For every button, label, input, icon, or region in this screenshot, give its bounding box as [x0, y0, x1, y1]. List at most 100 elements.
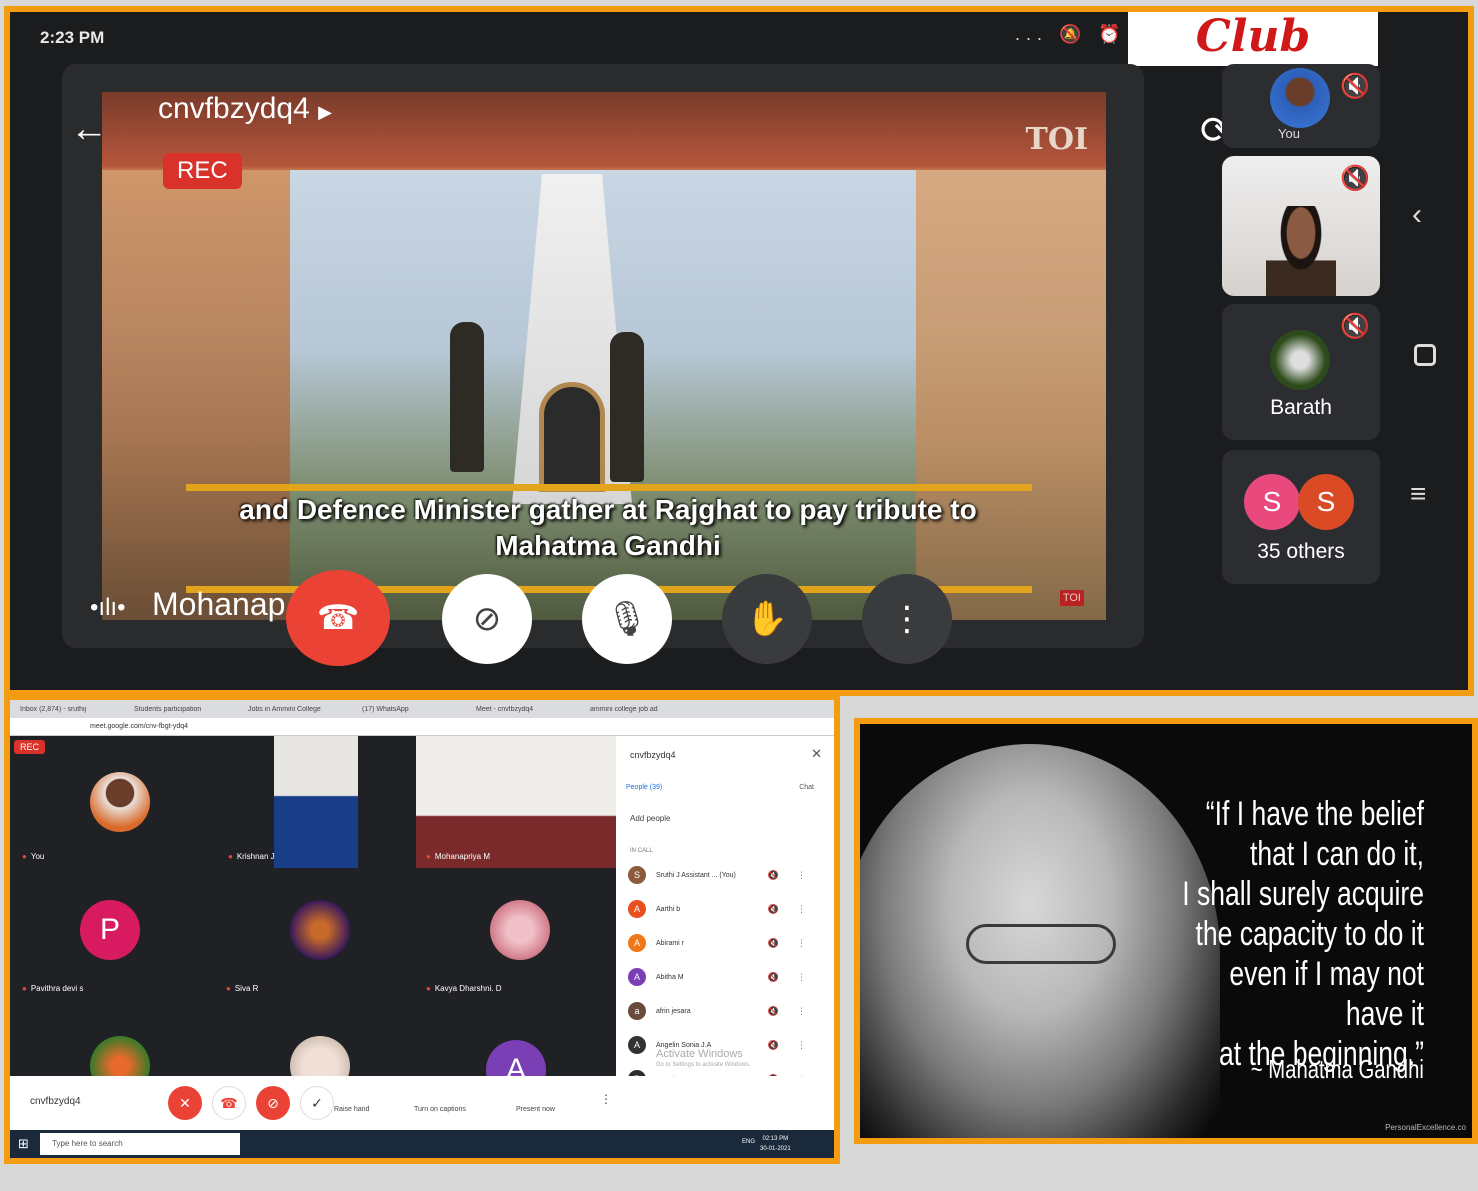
more-options-button[interactable]: ⋮ — [862, 574, 952, 664]
windows-start-icon[interactable]: ⊞ — [18, 1136, 29, 1152]
participant-name: Aarthi b — [656, 905, 681, 913]
avatar: A — [628, 934, 646, 952]
raise-hand-label[interactable]: Raise hand — [334, 1106, 369, 1113]
browser-tab-strip: Inbox (2,874) - sruthij Students partici… — [10, 700, 834, 718]
participant-video — [274, 736, 358, 868]
participant-name: Siva R — [226, 984, 259, 993]
presentation-stage: TOI and Defence Minister gather at Rajgh… — [62, 64, 1144, 648]
avatar: A — [628, 900, 646, 918]
avatar — [290, 900, 350, 960]
more-vert-icon: ⋮ — [890, 600, 924, 638]
mic-off-icon: 🔇 — [1340, 73, 1370, 100]
tray-date: 30-01-2021 — [760, 1146, 791, 1152]
self-avatar — [1270, 68, 1330, 128]
avatar: S — [1298, 474, 1354, 530]
mic-off-button[interactable]: 🎙 — [582, 574, 672, 664]
memorial-door — [539, 382, 605, 492]
camera-off-button[interactable]: ⊘ — [442, 574, 532, 664]
end-call-button[interactable]: ☎ — [212, 1086, 246, 1120]
quote-line: even if I may not have it — [1229, 955, 1424, 1033]
self-label: You — [1278, 126, 1300, 141]
participant-grid: REC You Krishnan J Mohanapriya M P Pavit… — [10, 736, 616, 1100]
camera-off-icon: ⊘ — [472, 600, 502, 638]
mic-off-icon: 🔇⋮ — [767, 1005, 824, 1016]
mic-off-icon: 🔇⋮ — [767, 869, 824, 880]
laptop-meet-screenshot: Inbox (2,874) - sruthij Students partici… — [4, 694, 840, 1164]
self-view-tile[interactable]: 🔇 You — [1222, 64, 1380, 148]
meeting-code-text: cnvfbzydq4 — [158, 92, 310, 125]
chevron-right-icon: ▶ — [318, 102, 332, 122]
glasses-shape — [966, 924, 1116, 964]
participant-video-tile[interactable]: 🔇 — [1222, 156, 1380, 296]
participant-name: afrin jesara — [656, 1007, 691, 1015]
add-people-button[interactable]: Add people — [630, 814, 670, 823]
tab-people[interactable]: People (39) — [626, 784, 662, 791]
participant-row[interactable]: S Sruthi J Assistant ... (You) 🔇⋮ — [628, 864, 824, 886]
participant-row[interactable]: A Abitha M 🔇⋮ — [628, 966, 824, 988]
club-logo: Club — [1128, 10, 1378, 66]
nav-home-icon[interactable] — [1414, 344, 1436, 366]
nav-back-icon[interactable]: ‹ — [1412, 198, 1422, 232]
check-button[interactable]: ✓ — [300, 1086, 334, 1120]
avatar — [490, 900, 550, 960]
participant-row[interactable]: a afrin jesara 🔇⋮ — [628, 1000, 824, 1022]
raise-hand-button[interactable]: ✋ — [722, 574, 812, 664]
avatar — [90, 772, 150, 832]
participant-name: Kavya Dharshni. D — [426, 984, 502, 993]
tray-time: 02:13 PM — [762, 1136, 789, 1142]
quote-source: PersonalExcellence.co — [1385, 1123, 1466, 1132]
quote-line: the capacity to do it — [1195, 915, 1424, 953]
in-call-heading: IN CALL — [630, 848, 653, 854]
mic-off-icon: 🔇⋮ — [767, 1039, 824, 1050]
participant-tile-barath[interactable]: 🔇 Barath — [1222, 304, 1380, 440]
participant-name: Mohanapriya M — [426, 852, 490, 861]
toi-small-watermark: TOI — [1059, 590, 1084, 606]
participant-name: Barath — [1270, 396, 1332, 419]
others-tile[interactable]: S S 35 others — [1222, 450, 1380, 584]
club-logo-text: Club — [1195, 10, 1311, 62]
more-vert-icon[interactable]: ⋮ — [600, 1092, 612, 1106]
browser-tab[interactable]: Inbox (2,874) - sruthij — [20, 706, 130, 713]
presenter-name: Mohanap — [152, 586, 286, 622]
close-icon[interactable]: ✕ — [811, 746, 822, 762]
participant-video — [416, 736, 616, 868]
browser-tab[interactable]: Students participation — [134, 706, 244, 713]
browser-tab[interactable]: Meet - cnvfbzydq4 — [476, 706, 586, 713]
captions-label[interactable]: Turn on captions — [414, 1106, 466, 1113]
participant-name: Abirami r — [656, 939, 685, 947]
browser-tab[interactable]: (17) WhatsApp — [362, 706, 472, 713]
nav-menu-icon[interactable]: ≡ — [1410, 478, 1426, 510]
meeting-code[interactable]: cnvfbzydq4 — [30, 1096, 81, 1107]
barath-avatar — [1270, 330, 1330, 390]
avatar: S — [628, 866, 646, 884]
camera-off-button[interactable]: ⊘ — [256, 1086, 290, 1120]
mic-off-icon: 🔇⋮ — [767, 971, 824, 982]
quote-author: ~ Mahatma Gandhi — [1250, 1054, 1424, 1084]
panel-title: cnvfbzydq4 — [630, 750, 676, 760]
avatar: A — [628, 968, 646, 986]
mic-off-button[interactable]: ✕ — [168, 1086, 202, 1120]
present-now-label[interactable]: Present now — [516, 1106, 555, 1113]
address-bar[interactable]: meet.google.com/cnv-fbgt-ydq4 — [10, 718, 834, 736]
end-call-button[interactable]: ☎ — [286, 570, 390, 666]
browser-tab[interactable]: Jobs in Ammini College — [248, 706, 358, 713]
tab-chat[interactable]: Chat — [799, 784, 814, 791]
quote-line: I shall surely acquire — [1182, 875, 1424, 913]
taskbar-search[interactable]: Type here to search — [40, 1133, 240, 1155]
browser-tab[interactable]: ammini college job ad — [590, 706, 700, 713]
toi-watermark: TOI — [1025, 122, 1089, 157]
back-arrow-icon[interactable]: ← — [70, 108, 108, 151]
recording-badge: REC — [163, 153, 242, 189]
meeting-code-title[interactable]: cnvfbzydq4 ▶ — [158, 92, 332, 126]
guard-figure — [610, 332, 644, 482]
quote-text: “If I have the belief that I can do it, … — [1167, 794, 1424, 1074]
avatar: S — [1244, 474, 1300, 530]
activate-windows-subtext: Go to Settings to activate Windows. — [656, 1062, 751, 1068]
mic-off-icon: 🔇⋮ — [767, 937, 824, 948]
participant-name: Pavithra devi s — [22, 984, 83, 993]
meeting-control-bar: cnvfbzydq4 ✕ ☎ ⊘ ✓ Raise hand Turn on ca… — [10, 1076, 834, 1130]
mic-off-icon: 🎙 — [605, 600, 649, 638]
hand-icon: ✋ — [745, 600, 789, 638]
participant-row[interactable]: A Abirami r 🔇⋮ — [628, 932, 824, 954]
participant-row[interactable]: A Aarthi b 🔇⋮ — [628, 898, 824, 920]
